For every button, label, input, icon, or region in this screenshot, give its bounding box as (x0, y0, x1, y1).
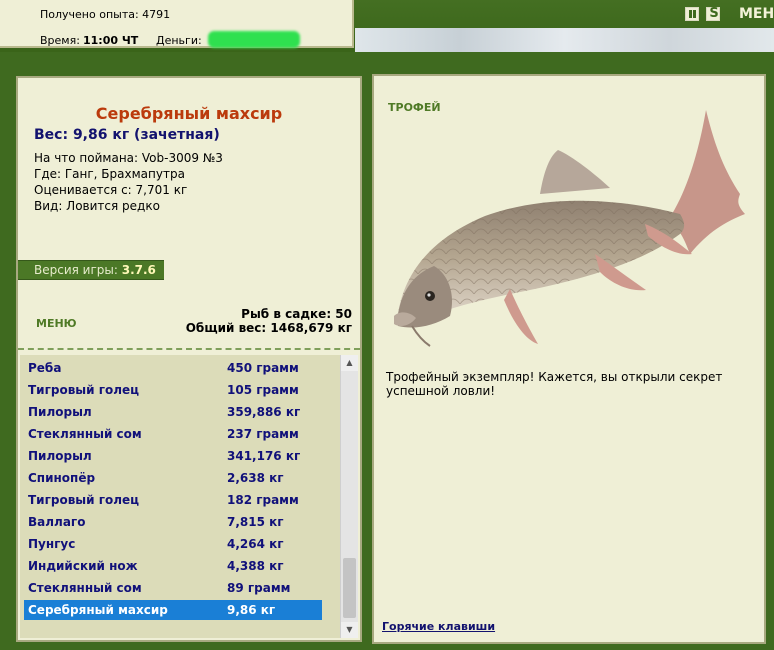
catch-fish-weight: 9,86 кг (227, 603, 276, 617)
catch-list-item[interactable]: Стеклянный сом 237 грамм (24, 424, 322, 444)
catch-fish-name: Пунгус (28, 537, 76, 551)
catch-fish-weight: 105 грамм (227, 383, 299, 397)
time-value: 11:00 ЧТ (83, 34, 139, 47)
time-label: Время: (40, 34, 80, 47)
fish-info-panel: Серебряный махсир Вес: 9,86 кг (зачетная… (16, 76, 362, 642)
trophy-panel: ТРОФЕЙ Трофейный экземпляр! Кажется, вы … (372, 74, 766, 644)
money-value-hidden (208, 31, 300, 48)
fish-place: Где: Ганг, Брахмапутра (34, 167, 185, 181)
catch-fish-weight: 450 грамм (227, 361, 299, 375)
catch-fish-weight: 237 грамм (227, 427, 299, 441)
stats-panel: Получено опыта: 4791 Время: 11:00 ЧТ Ден… (0, 0, 354, 48)
sound-icon: S (709, 6, 719, 21)
fish-name: Серебряный махсир (95, 104, 283, 123)
catch-fish-weight: 182 грамм (227, 493, 299, 507)
catch-fish-name: Серебряный махсир (28, 603, 168, 617)
keepnet-count: Рыб в садке: 50 (241, 307, 352, 321)
keepnet-total-weight: Общий вес: 1468,679 кг (185, 321, 352, 335)
experience-text: Получено опыта: 4791 (40, 8, 171, 21)
fish-kind: Вид: Ловится редко (34, 199, 160, 213)
catch-fish-name: Индийский нож (28, 559, 138, 573)
catch-fish-name: Реба (28, 361, 62, 375)
catch-fish-name: Спинопёр (28, 471, 96, 485)
catch-fish-weight: 4,388 кг (227, 559, 284, 573)
top-menu-button[interactable]: МЕНЮ (739, 6, 774, 22)
version-value: 3.7.6 (121, 263, 156, 277)
catch-fish-name: Тигровый голец (28, 493, 140, 507)
catch-fish-name: Стеклянный сом (28, 427, 142, 441)
catch-list-item[interactable]: Тигровый голец 182 грамм (24, 490, 322, 510)
catch-list-item[interactable]: Пилорыл 359,886 кг (24, 402, 322, 422)
fish-estimate: Оценивается с: 7,701 кг (34, 183, 188, 197)
catch-list-item[interactable]: Спинопёр 2,638 кг (24, 468, 322, 488)
catch-list-item[interactable]: Стеклянный сом 89 грамм (24, 578, 322, 598)
catch-list-item[interactable]: Реба 450 грамм (24, 358, 322, 378)
catch-list-item[interactable]: Серебряный махсир 9,86 кг (24, 600, 322, 620)
money-label: Деньги: (156, 34, 202, 47)
fish-image (394, 110, 745, 347)
catch-fish-weight: 359,886 кг (227, 405, 301, 419)
catch-fish-weight: 89 грамм (227, 581, 291, 595)
catch-list-scrollbar[interactable]: ▲ ▼ (340, 355, 358, 638)
hotkeys-link[interactable]: Горячие клавиши (382, 620, 495, 633)
catch-list-item[interactable]: Пилорыл 341,176 кг (24, 446, 322, 466)
trophy-text: Трофейный экземпляр! Кажется, вы открыли… (386, 370, 723, 398)
catch-fish-weight: 2,638 кг (227, 471, 284, 485)
sound-button[interactable]: S (706, 6, 720, 21)
pause-button[interactable] (685, 7, 699, 21)
catch-fish-weight: 341,176 кг (227, 449, 301, 463)
fish-weight: Вес: 9,86 кг (зачетная) (34, 127, 220, 143)
scroll-thumb[interactable] (343, 558, 356, 618)
scroll-up-arrow-icon[interactable]: ▲ (341, 355, 358, 371)
catch-list-item[interactable]: Индийский нож 4,388 кг (24, 556, 322, 576)
catch-list-item[interactable]: Тигровый голец 105 грамм (24, 380, 322, 400)
fish-bait: На что поймана: Vob-3009 №3 (34, 151, 223, 165)
catch-fish-name: Пилорыл (28, 405, 92, 419)
catch-fish-name: Тигровый голец (28, 383, 140, 397)
catch-fish-name: Стеклянный сом (28, 581, 142, 595)
game-version: Версия игры: 3.7.6 (18, 260, 164, 280)
divider (18, 348, 360, 350)
catch-fish-weight: 4,264 кг (227, 537, 284, 551)
menu-button[interactable]: МЕНЮ (36, 317, 77, 330)
catch-fish-name: Пилорыл (28, 449, 92, 463)
catch-list-item[interactable]: Пунгус 4,264 кг (24, 534, 322, 554)
version-label: Версия игры: (34, 263, 118, 277)
catch-list[interactable]: Реба 450 грамм Тигровый голец 105 грамм Пило… (20, 355, 340, 638)
catch-fish-weight: 7,815 кг (227, 515, 284, 529)
sky-background (355, 28, 774, 52)
scroll-down-arrow-icon[interactable]: ▼ (341, 622, 358, 638)
catch-fish-name: Валлаго (28, 515, 86, 529)
catch-list-item[interactable]: Валлаго 7,815 кг (24, 512, 322, 532)
